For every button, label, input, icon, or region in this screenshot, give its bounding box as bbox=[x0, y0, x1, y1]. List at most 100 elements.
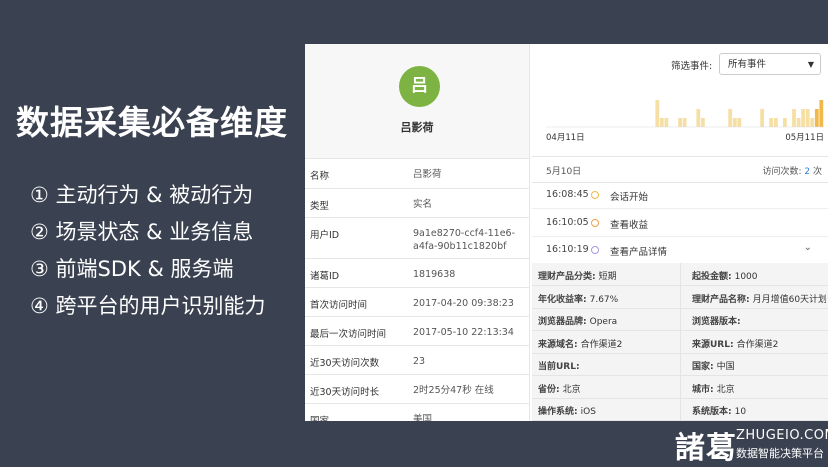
brand-logo: 諸葛 bbox=[675, 431, 737, 466]
detail-key: 理财产品名称: bbox=[692, 294, 750, 305]
avatar: 吕 bbox=[399, 66, 440, 107]
attribute-key: 用户ID bbox=[310, 230, 340, 241]
event-dot-icon bbox=[591, 246, 599, 254]
detail-key: 来源域名: bbox=[538, 339, 578, 350]
event-row[interactable]: 16:08:45 会话开始 bbox=[532, 181, 828, 209]
brand-url: ZHUGEIO.COM bbox=[736, 428, 828, 443]
profile-name: 吕影荷 bbox=[400, 121, 434, 134]
detail-key: 来源URL: bbox=[692, 339, 734, 350]
activity-bar bbox=[678, 118, 682, 127]
detail-value: Opera bbox=[589, 317, 618, 327]
attribute-key: 类型 bbox=[310, 201, 330, 212]
chevron-down-icon[interactable]: ⌄ bbox=[804, 242, 812, 253]
event-row[interactable]: 16:10:05 查看收益 bbox=[532, 209, 828, 237]
attribute-row: 近30天访问次数 23 bbox=[305, 346, 529, 375]
detail-key: 浏览器品牌: bbox=[538, 317, 587, 327]
detail-key: 国家: bbox=[692, 362, 714, 372]
attribute-list: 名称 吕影荷类型 实名用户ID 9a1e8270-ccf4-11e6-a4fa-90b… bbox=[305, 159, 529, 421]
detail-divider bbox=[680, 398, 681, 420]
detail-divider bbox=[680, 375, 681, 398]
activity-bar bbox=[664, 118, 669, 127]
session-count: 访问次数: 2 次 bbox=[762, 164, 822, 177]
detail-cell: 年化收益率: 7.67% bbox=[538, 292, 618, 305]
attribute-key: 最后一次访问时间 bbox=[310, 329, 387, 340]
session-count-label: 访问次数: bbox=[762, 167, 802, 177]
event-filter-value: 所有事件 bbox=[728, 59, 767, 70]
activity-bar bbox=[659, 118, 664, 127]
detail-value: 月月增值60天计划 bbox=[752, 294, 826, 305]
attribute-value: 23 bbox=[413, 356, 426, 367]
attribute-row: 国家 美国 bbox=[305, 404, 529, 421]
attribute-key: 诸葛ID bbox=[310, 271, 340, 282]
key-point: ① 主动行为 & 被动行为 bbox=[30, 183, 254, 207]
activity-bar bbox=[819, 100, 824, 127]
attribute-key: 近30天访问时长 bbox=[310, 387, 380, 398]
session-date: 5月10日 bbox=[546, 167, 582, 177]
event-time: 16:08:45 bbox=[546, 189, 589, 200]
attribute-value: 1819638 bbox=[413, 269, 456, 280]
attribute-row: 类型 实名 bbox=[305, 189, 529, 218]
event-detail-grid: 理财产品分类: 短期 起投金额: 1000 年化收益率: 7.67% 理财产品名称: 月月增值… bbox=[532, 263, 828, 421]
profile-header: 吕 吕影荷 bbox=[305, 44, 529, 159]
detail-key: 省份: bbox=[538, 384, 560, 395]
detail-cell: 理财产品分类: 短期 bbox=[538, 269, 617, 282]
filter-label: 筛选事件: bbox=[671, 61, 713, 72]
event-time: 16:10:05 bbox=[546, 216, 589, 228]
attribute-row: 最后一次访问时间 2017-05-10 22:13:34 bbox=[305, 317, 529, 346]
activity-bar bbox=[801, 109, 805, 127]
attribute-row: 名称 吕影荷 bbox=[305, 159, 529, 189]
detail-value: 中国 bbox=[716, 362, 735, 372]
detail-cell: 当前URL: bbox=[538, 359, 583, 372]
attribute-value: 9a1e8270-ccf4-11e6-a4fa-90b11c1820bf bbox=[413, 228, 516, 252]
activity-bar bbox=[773, 118, 778, 127]
event-dot-icon bbox=[591, 191, 599, 199]
detail-divider bbox=[680, 285, 681, 308]
detail-cell: 国家: 中国 bbox=[692, 359, 735, 372]
detail-key: 城市: bbox=[692, 384, 714, 395]
detail-cell: 来源域名: 合作渠道2 bbox=[538, 337, 622, 350]
detail-divider bbox=[680, 330, 681, 353]
activity-bar bbox=[814, 109, 819, 127]
detail-cell: 省份: 北京 bbox=[538, 382, 581, 395]
activity-bar bbox=[805, 109, 810, 127]
activity-bar bbox=[769, 118, 774, 127]
detail-value: 北京 bbox=[716, 384, 735, 395]
user-activity-column: 筛选事件: 所有事件 ▼ 04月11日 05月11日 5月10日 访问次数: 2 … bbox=[532, 44, 828, 421]
attribute-row: 用户ID 9a1e8270-ccf4-11e6-a4fa-90b11c1820bf bbox=[305, 218, 529, 259]
detail-cell: 系统版本: 10 bbox=[692, 404, 746, 417]
detail-divider bbox=[680, 353, 681, 375]
activity-bar bbox=[792, 109, 796, 127]
event-row[interactable]: 16:10:19 查看产品详情 ⌄ bbox=[532, 236, 828, 264]
detail-value: iOS bbox=[580, 407, 596, 417]
event-name: 会话开始 bbox=[610, 192, 649, 203]
detail-divider bbox=[680, 308, 681, 330]
detail-key: 浏览器版本: bbox=[692, 317, 741, 327]
activity-bar bbox=[732, 118, 737, 127]
user-attributes-column: 吕 吕影荷 名称 吕影荷 类型 实名 用户ID 9a1e8270-ccf4-11e6-a4… bbox=[305, 44, 530, 421]
session-count-value: 2 bbox=[804, 167, 811, 177]
detail-key: 理财产品分类: bbox=[538, 272, 596, 282]
attribute-key: 名称 bbox=[310, 171, 330, 182]
brand-tagline: 数据智能决策平台 bbox=[736, 447, 824, 460]
activity-bar bbox=[760, 109, 764, 127]
activity-bar bbox=[783, 118, 787, 127]
detail-key: 当前URL: bbox=[538, 362, 580, 372]
triangle-down-icon: ▼ bbox=[807, 60, 814, 69]
attribute-key: 首次访问时间 bbox=[310, 300, 368, 311]
detail-cell: 浏览器品牌: Opera bbox=[538, 314, 617, 327]
chart-start-label: 04月11日 bbox=[546, 133, 585, 143]
activity-bar bbox=[701, 118, 705, 127]
detail-cell: 城市: 北京 bbox=[692, 382, 735, 395]
detail-cell: 来源URL: 合作渠道2 bbox=[692, 337, 778, 350]
event-filter-select[interactable]: 所有事件 ▼ bbox=[719, 53, 821, 75]
detail-row: 当前URL: 国家: 中国 bbox=[532, 353, 828, 376]
event-name: 查看产品详情 bbox=[610, 247, 668, 258]
attribute-key: 国家 bbox=[310, 413, 329, 421]
activity-bar bbox=[810, 118, 815, 127]
detail-value: 7.67% bbox=[589, 294, 619, 305]
attribute-value: 实名 bbox=[413, 199, 433, 210]
detail-cell: 浏览器版本: bbox=[692, 314, 744, 327]
detail-value: 1000 bbox=[734, 272, 758, 282]
key-point: ② 场景状态 & 业务信息 bbox=[30, 220, 254, 244]
session-header[interactable]: 5月10日 访问次数: 2 次 bbox=[532, 156, 828, 183]
